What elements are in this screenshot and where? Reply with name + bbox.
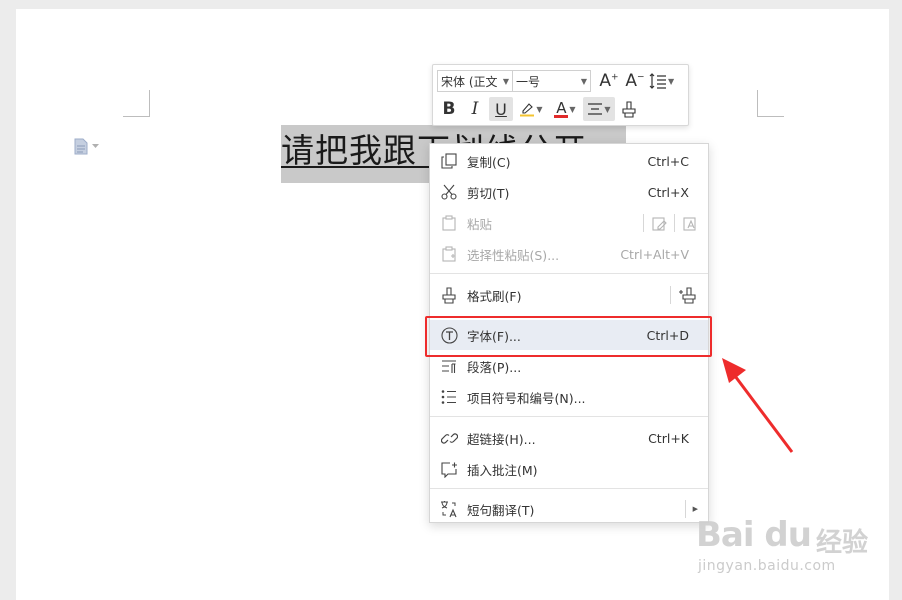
document-nav-button[interactable]: [74, 138, 99, 155]
chevron-down-icon: ▼: [536, 104, 543, 114]
menu-item-label: 超链接(H)...: [467, 431, 536, 447]
font-color-button[interactable]: A ▼: [549, 97, 581, 121]
shrink-font-icon: A−: [625, 71, 645, 91]
paste-special-icon: [439, 244, 459, 264]
font-name-value: 宋体 (正文: [441, 74, 498, 89]
paste-text-only-icon[interactable]: [682, 215, 698, 231]
italic-button[interactable]: I: [463, 97, 487, 121]
format-painter-icon: [622, 100, 636, 118]
divider: [684, 500, 686, 518]
chevron-down-icon: ▼: [604, 104, 611, 114]
paste-icon: [439, 213, 459, 233]
chevron-down-icon: ▼: [569, 104, 576, 114]
line-spacing-button[interactable]: ▼: [649, 69, 674, 93]
font-name-select[interactable]: 宋体 (正文 ▼: [437, 70, 513, 92]
divider: [643, 214, 644, 232]
menu-item-label: 粘贴: [467, 216, 493, 232]
menu-item-shortcut: Ctrl+Alt+V: [620, 246, 689, 262]
menu-separator: [430, 488, 708, 489]
grow-font-button[interactable]: A+: [597, 69, 621, 93]
paragraph-icon: [439, 356, 459, 376]
menu-item-paste-special[interactable]: 选择性粘贴(S)... Ctrl+Alt+V: [430, 239, 708, 269]
highlight-button[interactable]: ▼: [515, 97, 547, 121]
margin-corner-top-left: [123, 90, 150, 117]
shrink-font-button[interactable]: A−: [623, 69, 647, 93]
font-color-icon: A: [554, 98, 569, 118]
menu-item-label: 剪切(T): [467, 185, 510, 201]
line-spacing-icon: [649, 73, 666, 89]
format-painter-button[interactable]: [617, 97, 641, 121]
chevron-down-icon: [92, 144, 99, 148]
menu-item-label: 复制(C): [467, 154, 511, 170]
copy-icon: [439, 151, 459, 171]
menu-separator: [430, 273, 708, 274]
underline-button[interactable]: U: [489, 97, 513, 121]
baidu-jingyan-text: 经验: [816, 528, 869, 558]
divider: [670, 286, 671, 304]
chevron-down-icon: ▼: [668, 76, 675, 86]
chevron-down-icon: ▼: [502, 76, 509, 86]
menu-item-cut[interactable]: 剪切(T) Ctrl+X: [430, 177, 708, 207]
divider: [674, 214, 675, 232]
menu-item-shortcut: Ctrl+C: [647, 153, 689, 169]
baidu-url-text: jingyan.baidu.com: [698, 558, 836, 574]
format-painter-options: [663, 286, 698, 304]
menu-item-label: 段落(P)...: [467, 359, 522, 375]
menu-item-label: 格式刷(F): [467, 288, 522, 304]
bullets-icon: [439, 387, 459, 407]
translate-icon: [439, 499, 459, 519]
align-button[interactable]: ▼: [583, 97, 615, 121]
text-before-underline: 请把我跟: [281, 131, 417, 170]
baidu-watermark: Bai du 经验 jingyan.baidu.com: [688, 500, 868, 582]
menu-item-label: 插入批注(M): [467, 462, 538, 478]
menu-item-hyperlink[interactable]: 超链接(H)... Ctrl+K: [430, 423, 708, 453]
margin-corner-top-right: [757, 90, 784, 117]
format-painter-icon: [439, 285, 459, 305]
scissors-icon: [439, 182, 459, 202]
menu-item-bullets[interactable]: 项目符号和编号(N)...: [430, 382, 708, 412]
highlight-annotation-box: [425, 316, 712, 357]
menu-item-shortcut: Ctrl+K: [648, 430, 689, 446]
menu-separator: [430, 416, 708, 417]
font-size-select[interactable]: 一号 ▼: [512, 70, 591, 92]
format-painter-multi-icon[interactable]: [678, 286, 698, 304]
menu-item-label: 短句翻译(T): [467, 502, 535, 518]
document-icon: [74, 138, 88, 155]
font-size-value: 一号: [516, 74, 541, 89]
comment-icon: [439, 459, 459, 479]
link-icon: [439, 428, 459, 448]
grow-font-icon: A+: [599, 71, 619, 91]
menu-item-copy[interactable]: 复制(C) Ctrl+C: [430, 146, 708, 176]
align-center-icon: [588, 103, 603, 115]
menu-item-label: 项目符号和编号(N)...: [467, 390, 586, 406]
red-arrow-annotation: [722, 358, 794, 453]
menu-item-translate[interactable]: 短句翻译(T) ▶: [430, 494, 708, 524]
menu-item-label: 选择性粘贴(S)...: [467, 247, 560, 263]
mini-format-toolbar: 宋体 (正文 ▼ 一号 ▼ A+ A− ▼ B I U ▼ A ▼ ▼: [432, 64, 689, 126]
highlighter-icon: [520, 103, 535, 117]
menu-item-paste[interactable]: 粘贴: [430, 208, 708, 238]
menu-item-format-painter[interactable]: 格式刷(F): [430, 280, 708, 310]
paste-options: [636, 214, 698, 232]
chevron-down-icon: ▼: [580, 76, 587, 86]
baidu-logo-text: Bai du: [696, 515, 812, 555]
bold-button[interactable]: B: [437, 97, 461, 121]
menu-item-insert-comment[interactable]: 插入批注(M): [430, 454, 708, 484]
paste-keep-format-icon[interactable]: [651, 215, 667, 231]
menu-item-shortcut: Ctrl+X: [647, 184, 689, 200]
